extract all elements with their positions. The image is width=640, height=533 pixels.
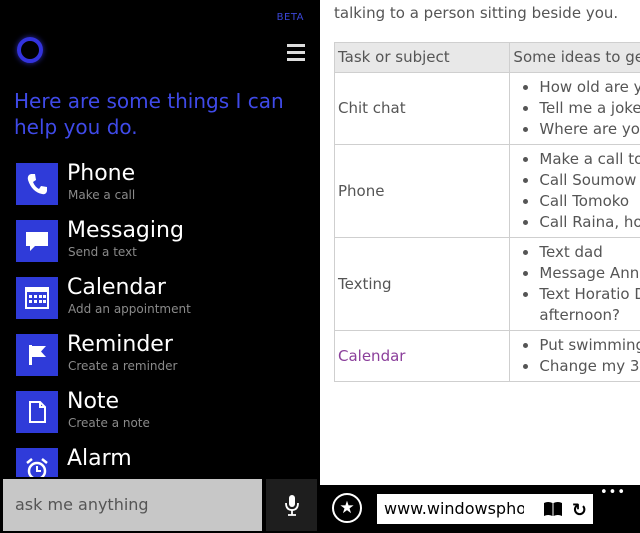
table-row: Texting Text dad Message Anna Text Horat… (333, 237, 640, 331)
row-ideas: Put swimming on my calendar for tomorrow… (509, 330, 640, 382)
suggestion-name: Note (67, 389, 120, 414)
url-field[interactable]: www.windowsphone ↻ (377, 494, 593, 524)
favorites-star-icon[interactable]: ★ (332, 493, 362, 523)
table-header-row: Task or subject Some ideas to get you st… (333, 42, 640, 73)
idea-item: Call Tomoko (539, 191, 640, 212)
idea-item: Where are you from? (539, 119, 640, 140)
lead-text: talking to a person sitting beside you. (334, 4, 619, 22)
suggestion-item-reminder[interactable]: Reminder Create a reminder (15, 331, 315, 388)
url-text: www.windowsphone (384, 499, 524, 518)
microphone-button[interactable] (266, 479, 317, 531)
idea-item: Text Horatio Do you want to grab coffee … (539, 284, 640, 326)
ideas-table: Task or subject Some ideas to get you st… (333, 42, 640, 382)
suggestion-sub: Create a note (68, 416, 150, 430)
table-row: Chit chat How old are you? Tell me a jok… (333, 72, 640, 145)
row-subject-link[interactable]: Calendar (333, 330, 511, 382)
table-row: Calendar Put swimming on my calendar for… (333, 330, 640, 382)
ask-bar: ask me anything (0, 477, 320, 533)
suggestion-name: Messaging (67, 218, 184, 243)
idea-item: Text dad (539, 242, 640, 263)
beta-label: BETA (276, 12, 304, 23)
idea-item: Call Soumow on speakerphone (539, 170, 640, 191)
reading-view-icon[interactable] (543, 500, 563, 518)
suggestion-sub: Create a reminder (68, 359, 178, 373)
browser-panel: talking to a person sitting beside you. … (320, 0, 640, 533)
row-subject: Chit chat (333, 72, 511, 145)
suggestion-item-phone[interactable]: Phone Make a call (15, 160, 315, 217)
cortana-panel: BETA Here are some things I can help you… (0, 0, 320, 533)
header-ideas: Some ideas to get you started (509, 42, 640, 73)
hamburger-menu-icon[interactable] (287, 44, 305, 65)
ask-input[interactable]: ask me anything (3, 479, 262, 531)
row-ideas: Make a call to John at home Call Soumow … (509, 144, 640, 238)
suggestion-item-calendar[interactable]: Calendar Add an appointment (15, 274, 315, 331)
row-ideas: How old are you? Tell me a joke Where ar… (509, 72, 640, 145)
row-subject: Texting (333, 237, 511, 331)
idea-item: Change my 3 PM event (539, 356, 640, 377)
suggestion-name: Reminder (67, 332, 173, 357)
intro-text: Here are some things I can help you do. (14, 89, 284, 139)
idea-item: Make a call to John at home (539, 149, 640, 170)
browser-address-bar: ★ www.windowsphone ↻ ••• (320, 485, 640, 533)
suggestion-name: Alarm (67, 446, 132, 471)
note-icon (16, 391, 58, 433)
suggestion-item-messaging[interactable]: Messaging Send a text (15, 217, 315, 274)
phone-icon (16, 163, 58, 205)
suggestion-name: Calendar (67, 275, 166, 300)
suggestion-sub: Make a call (68, 188, 136, 202)
refresh-icon[interactable]: ↻ (572, 496, 587, 524)
cortana-logo-icon (17, 37, 43, 63)
idea-item: Message Anna (539, 263, 640, 284)
idea-item: Call Raina, home (539, 212, 640, 233)
more-options-icon[interactable]: ••• (600, 485, 626, 500)
message-icon (16, 220, 58, 262)
suggestion-sub: Send a text (68, 245, 137, 259)
suggestion-sub: Add an appointment (68, 302, 191, 316)
microphone-icon (284, 495, 299, 516)
header-task: Task or subject (333, 42, 511, 73)
suggestion-list: Phone Make a call Messaging Send a text (15, 160, 315, 502)
calendar-icon (16, 277, 58, 319)
idea-item: Put swimming on my calendar for tomorrow (539, 335, 640, 356)
row-ideas: Text dad Message Anna Text Horatio Do yo… (509, 237, 640, 331)
suggestion-name: Phone (67, 161, 136, 186)
idea-item: How old are you? (539, 77, 640, 98)
flag-icon (16, 334, 58, 376)
row-subject: Phone (333, 144, 511, 238)
idea-item: Tell me a joke (539, 98, 640, 119)
suggestion-item-note[interactable]: Note Create a note (15, 388, 315, 445)
table-row: Phone Make a call to John at home Call S… (333, 144, 640, 238)
